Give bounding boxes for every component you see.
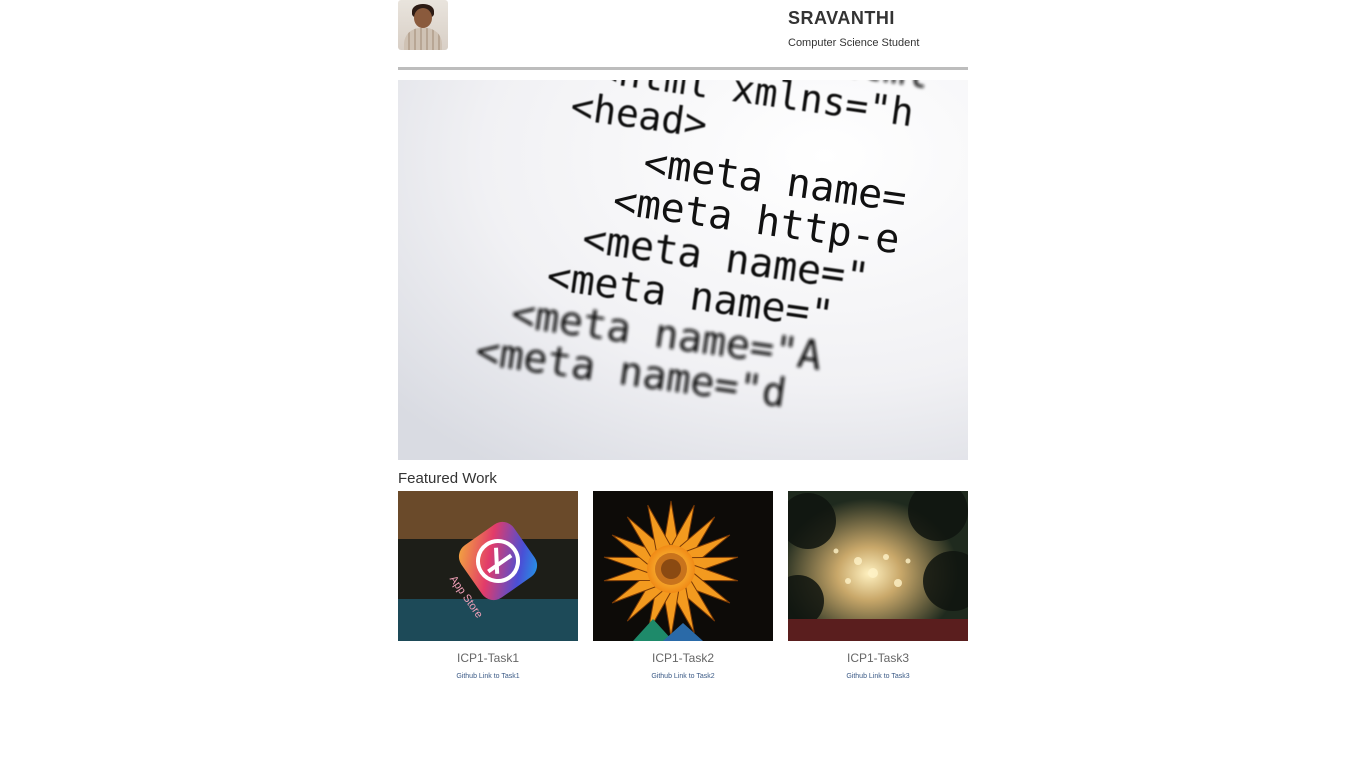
work-thumbnail[interactable]: App Store: [398, 491, 578, 641]
header: SRAVANTHI Computer Science Student: [398, 0, 968, 67]
profile-avatar: [398, 0, 448, 50]
profile-name: SRAVANTHI: [788, 8, 895, 28]
github-link-task2[interactable]: Github Link to Task2: [651, 673, 714, 680]
name-block: SRAVANTHI Computer Science Student: [788, 8, 919, 49]
work-title: ICP1-Task3: [846, 651, 910, 665]
header-divider: [398, 67, 968, 70]
work-title: ICP1-Task2: [651, 651, 715, 665]
hero-image: <!DOCTYPE html <html xmlns="h <head> <me…: [398, 80, 968, 460]
featured-work-list: App Store ICP1-Task1 Github Link to Task…: [398, 491, 968, 683]
work-title: ICP1-Task1: [456, 651, 520, 665]
featured-work-title: Featured Work: [398, 470, 497, 487]
work-card: ICP1-Task2 Github Link to Task2: [593, 491, 773, 683]
portfolio-page: SRAVANTHI Computer Science Student <!DOC…: [398, 0, 968, 683]
github-link-task3[interactable]: Github Link to Task3: [846, 673, 909, 680]
work-thumbnail[interactable]: [788, 491, 968, 641]
profile-role: Computer Science Student: [788, 37, 920, 49]
work-thumbnail[interactable]: [593, 491, 773, 641]
github-link-task1[interactable]: Github Link to Task1: [456, 673, 519, 680]
work-card: ICP1-Task3 Github Link to Task3: [788, 491, 968, 683]
work-card: App Store ICP1-Task1 Github Link to Task…: [398, 491, 578, 683]
